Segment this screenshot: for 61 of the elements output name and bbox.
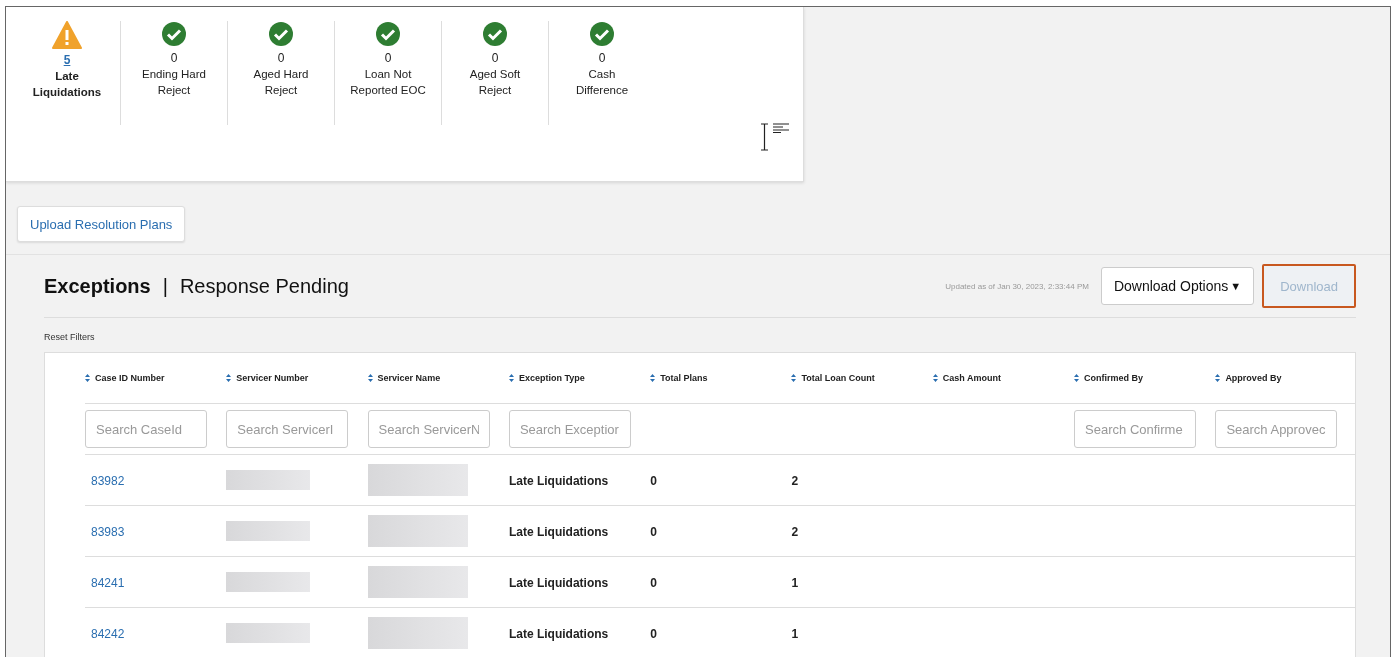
filter-field[interactable]: Search Confirme	[1074, 410, 1197, 448]
table-cell: Late Liquidations	[508, 525, 609, 539]
case-id-link[interactable]: 83983	[91, 525, 125, 539]
column-header[interactable]: Approved By	[1225, 373, 1282, 383]
filter-field[interactable]: Search ServicerI	[226, 410, 349, 448]
filter-field[interactable]: Search Approvec	[1215, 410, 1338, 448]
column-header[interactable]: Servicer Number	[236, 373, 309, 383]
sort-icon[interactable]	[791, 374, 797, 382]
download-options-button[interactable]: Download Options▼	[1100, 267, 1255, 305]
sort-icon[interactable]	[650, 374, 656, 382]
updated-timestamp: Updated as of Jan 30, 2023, 2:33:44 PM	[945, 281, 1089, 291]
column-header[interactable]: Servicer Name	[377, 373, 441, 383]
count: 0	[491, 50, 499, 66]
count: 0	[170, 50, 178, 66]
table-cell: 0	[650, 576, 657, 590]
filter-field[interactable]: Search Exceptior	[508, 410, 631, 448]
section-title: Exceptions	[44, 274, 151, 298]
section-subtitle: Response Pending	[179, 274, 349, 298]
column-header[interactable]: Exception Type	[518, 373, 585, 383]
column-header[interactable]: Confirmed By	[1084, 373, 1144, 383]
sort-icon[interactable]	[508, 374, 514, 382]
column-header[interactable]: Total Loan Count	[801, 373, 875, 383]
upload-button[interactable]: Upload Resolution Plans	[17, 206, 186, 242]
tile-label: Aged Soft Reject	[468, 67, 522, 98]
column-header[interactable]: Case ID Number	[95, 373, 165, 383]
filter-field[interactable]: Search ServicerN	[367, 410, 490, 448]
column-header[interactable]: Total Plans	[660, 373, 708, 383]
table-cell: Late Liquidations	[508, 627, 609, 641]
case-id-link[interactable]: 84241	[91, 576, 125, 590]
sort-icon[interactable]	[85, 374, 90, 382]
tile-label: Ending Hard Reject	[141, 67, 207, 98]
sort-icon[interactable]	[1074, 374, 1080, 382]
table-cell: 2	[791, 474, 799, 488]
tile-label: Cash Difference	[574, 67, 630, 98]
sort-icon[interactable]	[932, 374, 938, 382]
table-cell: 0	[650, 474, 657, 488]
case-id-link[interactable]: 83982	[91, 474, 125, 488]
table-cell: 0	[650, 627, 657, 641]
sort-icon[interactable]	[1215, 374, 1221, 382]
table-cell: 1	[791, 576, 799, 590]
text-cursor-icon	[760, 123, 769, 151]
count: 0	[384, 50, 392, 66]
filter-field[interactable]: Search CaseId	[85, 410, 207, 448]
table-cell: 1	[791, 627, 799, 641]
sort-icon[interactable]	[226, 374, 232, 382]
title-separator: |	[162, 274, 168, 298]
case-id-link[interactable]: 84242	[91, 627, 125, 641]
sort-icon[interactable]	[367, 374, 373, 382]
tile-label: Loan Not Reported EOC	[349, 67, 427, 98]
table-cell: 0	[650, 525, 657, 539]
count: 0	[598, 50, 606, 66]
table-cell: Late Liquidations	[508, 474, 609, 488]
tile-label: Late Liquidations	[31, 69, 103, 100]
table-cell: 2	[791, 525, 799, 539]
column-header[interactable]: Cash Amount	[942, 373, 1001, 383]
count[interactable]: 5	[63, 52, 71, 68]
table-cell: Late Liquidations	[508, 576, 609, 590]
tile-label: Aged Hard Reject	[252, 67, 310, 98]
count: 0	[277, 50, 285, 66]
reset-filters-link[interactable]: Reset Filters	[44, 332, 95, 342]
align-left-icon	[773, 123, 789, 133]
